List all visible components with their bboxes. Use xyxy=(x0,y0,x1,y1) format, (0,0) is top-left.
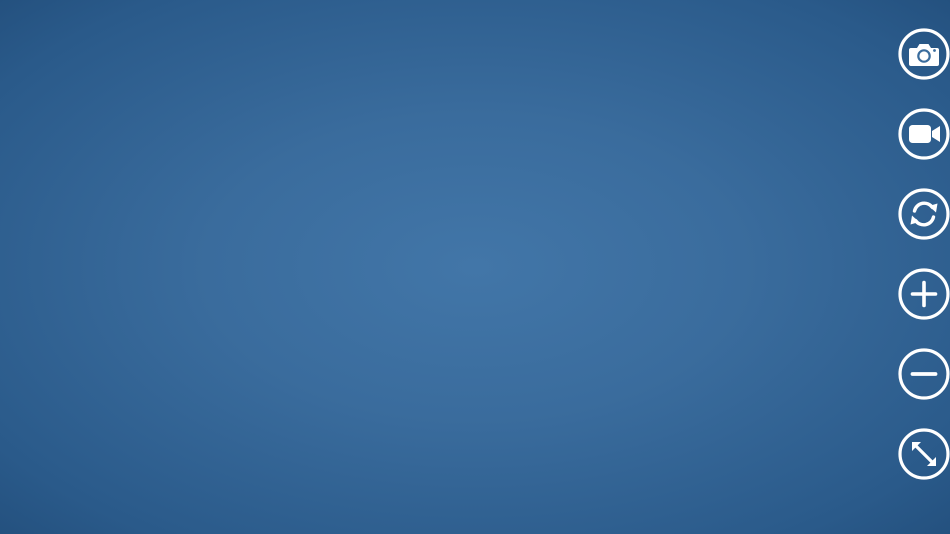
camera-icon xyxy=(898,28,950,80)
plus-icon xyxy=(898,268,950,320)
record-video-button[interactable] xyxy=(898,108,950,160)
capture-photo-button[interactable] xyxy=(898,28,950,80)
camera-viewport xyxy=(0,0,950,534)
zoom-in-button[interactable] xyxy=(898,268,950,320)
video-camera-icon xyxy=(898,108,950,160)
fullscreen-button[interactable] xyxy=(898,428,950,480)
switch-camera-button[interactable] xyxy=(898,188,950,240)
zoom-out-button[interactable] xyxy=(898,348,950,400)
rotate-icon xyxy=(898,188,950,240)
minus-icon xyxy=(898,348,950,400)
camera-toolbar xyxy=(898,28,950,484)
expand-icon xyxy=(898,428,950,480)
